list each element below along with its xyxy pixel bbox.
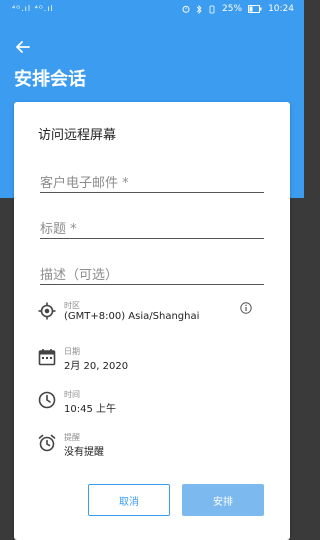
description-underline xyxy=(40,284,264,285)
signal-indicator: ⁴ᴳ.ıl ⁴ᴳ.ıl xyxy=(12,4,54,13)
location-target-icon xyxy=(38,302,56,320)
clock-icon xyxy=(38,391,56,409)
status-right: 25% 10:24 xyxy=(182,4,294,14)
bluetooth-icon xyxy=(196,4,202,14)
dialog-title: 访问远程屏幕 xyxy=(38,128,117,143)
clock: 10:24 xyxy=(268,4,294,14)
page-title: 安排会话 xyxy=(14,69,86,90)
email-underline xyxy=(40,192,264,193)
info-icon[interactable] xyxy=(240,302,252,314)
description-field[interactable]: 描述（可选） xyxy=(40,264,264,285)
alarm-clock-icon xyxy=(38,434,56,452)
back-button[interactable] xyxy=(12,36,34,58)
vibrate-icon xyxy=(209,5,215,13)
date-row[interactable]: 日期 2月 20, 2020 xyxy=(38,346,278,386)
timezone-row[interactable]: 时区 (GMT+8:00) Asia/Shanghai xyxy=(38,300,278,340)
email-field[interactable]: 客户电子邮件 * xyxy=(40,172,264,193)
reminder-row[interactable]: 提醒 没有提醒 xyxy=(38,432,278,472)
subject-underline xyxy=(40,238,264,239)
reminder-label: 提醒 xyxy=(64,433,80,442)
time-row[interactable]: 时间 10:45 上午 xyxy=(38,389,278,429)
battery-icon xyxy=(248,5,262,13)
subject-field[interactable]: 标题 * xyxy=(40,218,264,239)
calendar-icon xyxy=(38,349,56,366)
status-bar: ⁴ᴳ.ıl ⁴ᴳ.ıl 25% 10:24 xyxy=(0,0,304,20)
time-label: 时间 xyxy=(64,390,80,399)
schedule-dialog: 访问远程屏幕 客户电子邮件 * 标题 * 描述（可选） 时区 (GMT+8:00… xyxy=(14,102,290,540)
battery-percent: 25% xyxy=(222,4,243,14)
subject-placeholder: 标题 * xyxy=(40,222,77,237)
cancel-button[interactable]: 取消 xyxy=(88,484,170,516)
date-label: 日期 xyxy=(64,347,80,356)
schedule-button[interactable]: 安排 xyxy=(182,484,264,516)
time-value: 10:45 上午 xyxy=(64,404,116,415)
description-placeholder: 描述（可选） xyxy=(40,268,119,283)
alarm-icon xyxy=(182,5,190,13)
reminder-value: 没有提醒 xyxy=(64,447,104,458)
date-value: 2月 20, 2020 xyxy=(64,361,129,372)
timezone-value: (GMT+8:00) Asia/Shanghai xyxy=(64,311,200,322)
arrow-left-icon xyxy=(16,41,30,53)
timezone-label: 时区 xyxy=(64,301,80,310)
email-placeholder: 客户电子邮件 * xyxy=(40,176,129,191)
